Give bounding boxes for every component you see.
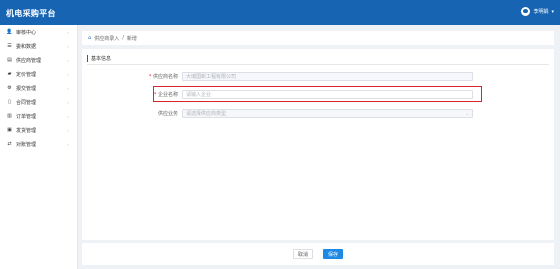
folder-icon: ▰ bbox=[7, 71, 12, 77]
chevron-down-icon[interactable]: ▾ bbox=[551, 9, 554, 15]
chevron-right-icon: › bbox=[67, 141, 69, 147]
avatar-icon[interactable] bbox=[521, 7, 531, 16]
form-actions: 取消 保存 bbox=[82, 243, 554, 265]
supply-business-placeholder: 请选择供应商类型 bbox=[186, 110, 227, 117]
field-label-text: 企业名称 bbox=[157, 91, 178, 98]
top-header: 机电采购平台 李明娟 ▾ bbox=[0, 0, 560, 25]
sidebar-item-label: 对账管理 bbox=[16, 141, 37, 148]
required-mark: * bbox=[153, 91, 157, 98]
field-label: * 企业名称 bbox=[82, 91, 182, 98]
sidebar: 👤 审核中心 › ☰ 委和数据 › ▤ 供应商管理 › ▰ 定价管理 › ⚙ 报… bbox=[0, 25, 78, 269]
document-icon: ▤ bbox=[7, 57, 12, 63]
sidebar-item-orders[interactable]: ▥ 订单管理 › bbox=[0, 109, 77, 123]
sidebar-item-label: 委和数据 bbox=[16, 43, 37, 50]
truck-icon: ▣ bbox=[7, 127, 12, 133]
sidebar-item-shipping[interactable]: ▣ 发货管理 › bbox=[0, 123, 77, 137]
cancel-button[interactable]: 取消 bbox=[293, 249, 313, 259]
chevron-right-icon: › bbox=[67, 43, 69, 49]
field-label: 供应业务 bbox=[82, 110, 182, 117]
sidebar-item-label: 供应商管理 bbox=[16, 57, 42, 64]
chevron-down-icon: ⌄ bbox=[465, 110, 469, 116]
company-name-placeholder: 请输入企业 bbox=[186, 91, 212, 98]
sidebar-item-pricing[interactable]: ▰ 定价管理 › bbox=[0, 67, 77, 81]
chevron-right-icon: › bbox=[67, 29, 69, 35]
section-divider bbox=[87, 64, 549, 65]
user-icon: 👤 bbox=[6, 29, 13, 35]
supplier-name-value: 大瑞国新工程有限公司 bbox=[186, 73, 237, 80]
reconcile-icon: ⇄ bbox=[7, 141, 12, 147]
company-name-input[interactable]: 请输入企业 bbox=[182, 89, 473, 99]
sidebar-item-reconciliation[interactable]: ⇄ 对账管理 › bbox=[0, 137, 77, 151]
supply-business-select[interactable]: 请选择供应商类型 ⌄ bbox=[182, 108, 473, 118]
order-icon: ▥ bbox=[7, 113, 12, 119]
gear-icon: ⚙ bbox=[7, 85, 12, 91]
user-menu[interactable]: 李明娟 ▾ bbox=[521, 7, 554, 16]
list-icon: ☰ bbox=[7, 43, 12, 49]
field-label-text: 供应业务 bbox=[157, 110, 178, 117]
form-row-company-name: * 企业名称 请输入企业 bbox=[82, 89, 473, 99]
field-label: * 供应商名称 bbox=[82, 73, 182, 80]
app-title: 机电采购平台 bbox=[6, 9, 56, 18]
sidebar-item-label: 发货管理 bbox=[16, 127, 37, 134]
supplier-name-field[interactable]: 大瑞国新工程有限公司 bbox=[182, 71, 473, 81]
chevron-right-icon: › bbox=[67, 127, 69, 133]
chevron-right-icon: › bbox=[67, 57, 69, 63]
home-icon[interactable]: ⌂ bbox=[88, 35, 91, 41]
chevron-right-icon: › bbox=[67, 85, 69, 91]
contract-icon: ▯ bbox=[8, 99, 11, 105]
sidebar-item-supplier-management[interactable]: ▤ 供应商管理 › bbox=[0, 53, 77, 67]
sidebar-item-label: 报交管理 bbox=[16, 85, 37, 92]
breadcrumb-current: 新增 bbox=[126, 35, 137, 42]
sidebar-item-label: 订单管理 bbox=[16, 113, 37, 120]
breadcrumb: ⌂ 供应商录入 / 新增 bbox=[82, 31, 554, 45]
sidebar-item-label: 审核中心 bbox=[16, 29, 37, 36]
breadcrumb-parent[interactable]: 供应商录入 bbox=[94, 35, 119, 42]
section-title: 基本信息 bbox=[87, 55, 111, 62]
form-row-supplier-name: * 供应商名称 大瑞国新工程有限公司 bbox=[82, 71, 473, 81]
chevron-right-icon: › bbox=[67, 113, 69, 119]
field-label-text: 供应商名称 bbox=[152, 73, 178, 80]
breadcrumb-separator: / bbox=[122, 35, 124, 41]
sidebar-item-label: 定价管理 bbox=[16, 71, 37, 78]
sidebar-item-contracts[interactable]: ▯ 合同管理 › bbox=[0, 95, 77, 109]
save-button[interactable]: 保存 bbox=[323, 249, 343, 259]
sidebar-item-label: 合同管理 bbox=[16, 99, 37, 106]
form-row-supply-business: 供应业务 请选择供应商类型 ⌄ bbox=[82, 108, 473, 118]
sidebar-item-data[interactable]: ☰ 委和数据 › bbox=[0, 39, 77, 53]
chevron-right-icon: › bbox=[67, 71, 69, 77]
chevron-right-icon: › bbox=[67, 99, 69, 105]
sidebar-item-audit-center[interactable]: 👤 审核中心 › bbox=[0, 25, 77, 39]
sidebar-item-quotation[interactable]: ⚙ 报交管理 › bbox=[0, 81, 77, 95]
form-panel: 基本信息 * 供应商名称 大瑞国新工程有限公司 * 企业名称 请输入企业 供应业… bbox=[82, 49, 554, 240]
user-name[interactable]: 李明娟 bbox=[533, 8, 548, 15]
required-mark: * bbox=[148, 73, 152, 80]
